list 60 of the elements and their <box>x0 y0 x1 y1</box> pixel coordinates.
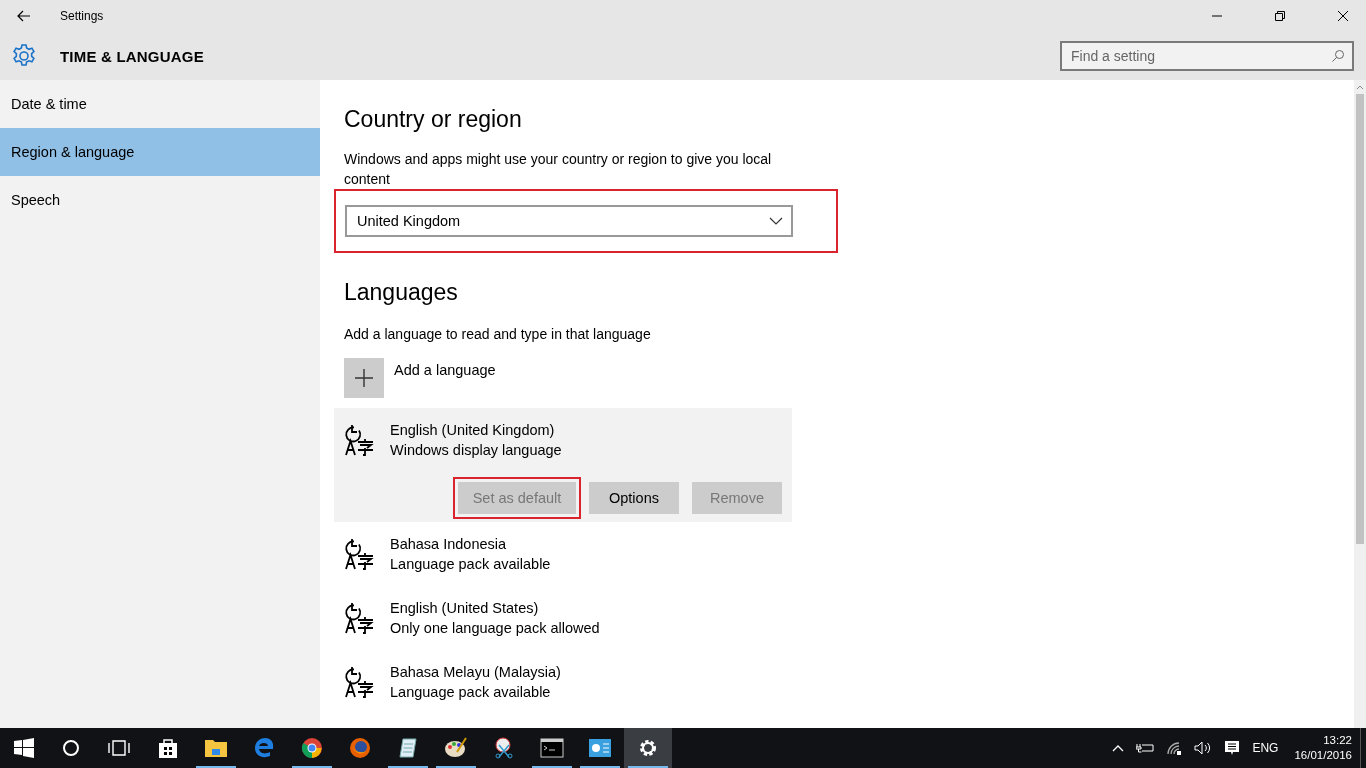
clock-date[interactable]: 16/01/2016 <box>1294 748 1352 763</box>
language-icon <box>344 422 376 456</box>
clock-time[interactable]: 13:22 <box>1323 733 1352 748</box>
window-title: Settings <box>60 9 104 23</box>
speaker-icon[interactable] <box>1194 741 1213 755</box>
language-name: Bahasa Indonesia <box>390 535 508 554</box>
language-icon <box>344 536 376 570</box>
scissors-icon[interactable] <box>493 737 515 759</box>
scroll-up-icon[interactable] <box>1356 84 1364 90</box>
sidebar-item[interactable]: Region & language <box>0 128 320 176</box>
search-field[interactable]: Find a setting <box>1060 41 1354 71</box>
input-language[interactable]: ENG <box>1252 741 1279 755</box>
language-name: English (United States) <box>390 599 540 618</box>
close-icon[interactable] <box>1337 10 1349 22</box>
shopping-bag-icon[interactable] <box>157 737 179 759</box>
section-description: Windows and apps might use your country or region to give you local content <box>344 150 773 189</box>
language-icon <box>344 664 376 698</box>
restore-icon[interactable] <box>1274 10 1286 22</box>
firefox-browser-icon[interactable] <box>349 737 371 759</box>
back-arrow-icon[interactable] <box>17 10 31 22</box>
notepad-icon[interactable] <box>397 737 419 759</box>
sidebar-item[interactable]: Speech <box>0 176 320 224</box>
language-status: Windows display language <box>390 441 562 460</box>
section-heading: Country or region <box>344 106 523 133</box>
edge-browser-icon[interactable] <box>253 737 275 759</box>
search-circle-icon[interactable] <box>62 739 80 757</box>
chevron-down-icon <box>769 217 783 225</box>
command-prompt-icon[interactable] <box>540 738 564 758</box>
settings-icon <box>11 43 37 69</box>
language-button[interactable]: Options <box>589 482 679 514</box>
chevron-up-icon[interactable] <box>1112 744 1125 752</box>
windows-logo-icon[interactable] <box>14 738 34 758</box>
gear-icon[interactable] <box>637 737 659 759</box>
notification-icon[interactable] <box>1224 740 1241 756</box>
sidebar-item[interactable]: Date & time <box>0 80 320 128</box>
section-description: Add a language to read and type in that language <box>344 326 652 342</box>
language-item[interactable]: Bahasa Melayu (Malaysia) Language pack available <box>334 650 792 714</box>
battery-plug-icon[interactable] <box>1136 742 1155 754</box>
language-item[interactable]: Bahasa Indonesia Language pack available <box>334 522 792 586</box>
language-status: Only one language pack allowed <box>390 619 600 638</box>
section-heading: Languages <box>344 279 459 306</box>
add-language-link[interactable]: Add a language <box>394 362 496 378</box>
search-icon[interactable] <box>1331 49 1345 63</box>
add-icon[interactable] <box>344 358 384 398</box>
scrollbar-thumb[interactable] <box>1356 94 1364 544</box>
page-title: TIME & LANGUAGE <box>60 47 204 65</box>
country-dropdown[interactable]: United Kingdom <box>345 205 793 237</box>
language-name: Bahasa Melayu (Malaysia) <box>390 663 561 682</box>
language-status: Language pack available <box>390 683 552 702</box>
paint-palette-icon[interactable] <box>444 737 468 759</box>
wifi-icon[interactable] <box>1166 741 1183 755</box>
chrome-browser-icon[interactable] <box>301 737 323 759</box>
folder-icon[interactable] <box>204 738 228 758</box>
task-view-icon[interactable] <box>108 740 130 756</box>
language-name: English (United Kingdom) <box>390 421 556 440</box>
language-item[interactable]: English (United States) Only one language pack allowed <box>334 586 792 650</box>
chart-window-icon[interactable] <box>588 738 612 758</box>
language-icon <box>344 600 376 634</box>
scrollbar[interactable] <box>1354 80 1366 728</box>
language-status: Language pack available <box>390 555 551 574</box>
